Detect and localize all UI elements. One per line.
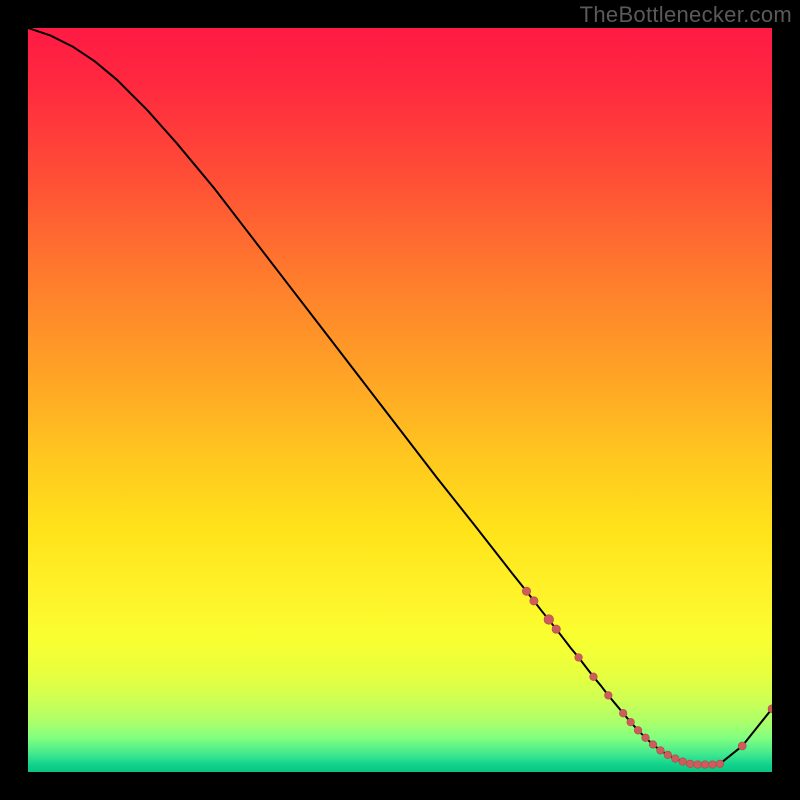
highlight-dot <box>642 734 650 742</box>
highlight-dot <box>627 718 635 726</box>
highlight-dot <box>522 587 530 595</box>
highlight-dot <box>694 761 702 769</box>
gradient-background <box>28 28 772 772</box>
highlight-dot <box>716 760 724 768</box>
highlight-dot <box>605 692 613 700</box>
highlight-dot <box>552 625 560 633</box>
highlight-dot <box>634 727 642 735</box>
highlight-dot <box>619 709 627 717</box>
highlight-dot <box>664 751 672 759</box>
plot-area <box>28 28 772 772</box>
highlight-dot <box>530 597 538 605</box>
highlight-dot <box>686 760 694 768</box>
highlight-dot <box>738 742 746 750</box>
highlight-dot <box>575 654 583 662</box>
highlight-dot <box>544 615 554 625</box>
plot-svg <box>28 28 772 772</box>
highlight-dot <box>701 761 709 769</box>
highlight-dot <box>649 741 657 749</box>
highlight-dot <box>671 755 679 763</box>
highlight-dot <box>657 747 665 755</box>
highlight-dot <box>679 758 687 766</box>
watermark-text: TheBottlenecker.com <box>580 2 792 28</box>
highlight-dot <box>709 761 717 769</box>
chart-frame: TheBottlenecker.com <box>0 0 800 800</box>
highlight-dot <box>590 673 598 681</box>
